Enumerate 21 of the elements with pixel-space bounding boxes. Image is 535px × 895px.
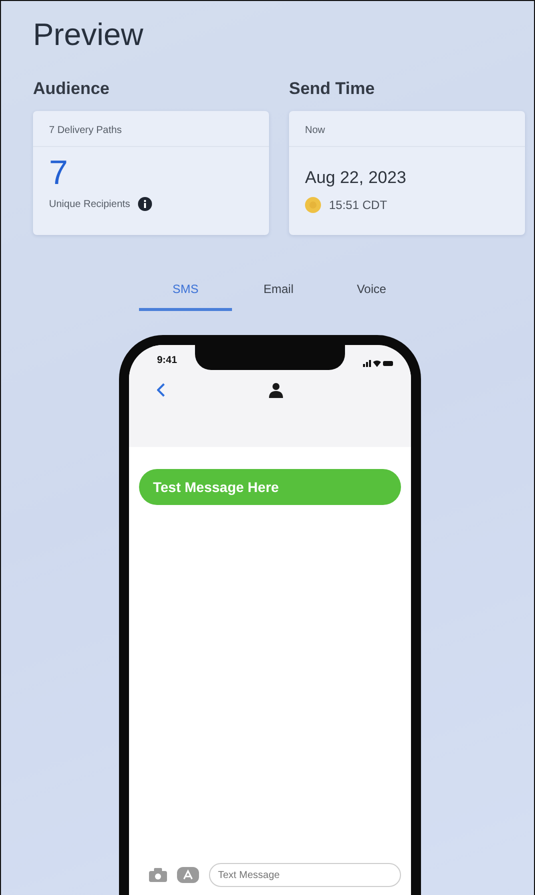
card-label: 7 Delivery Paths bbox=[49, 125, 122, 136]
sun-icon bbox=[305, 197, 321, 213]
app-store-icon[interactable] bbox=[177, 867, 199, 883]
page-title: Preview bbox=[33, 16, 144, 54]
back-icon[interactable] bbox=[157, 383, 165, 397]
section-heading: Audience bbox=[33, 79, 111, 99]
channel-tab[interactable]: Voice bbox=[325, 269, 418, 311]
card-caption: Unique Recipients bbox=[49, 198, 130, 210]
status-icons bbox=[363, 359, 393, 367]
send-date: Aug 22, 2023 bbox=[305, 167, 408, 189]
section-heading: Send Time bbox=[289, 79, 376, 99]
message-input[interactable]: Text Message bbox=[209, 863, 401, 887]
channel-tab[interactable]: Email bbox=[232, 269, 325, 311]
info-icon[interactable] bbox=[138, 197, 152, 211]
send-time: 15:51 CDT bbox=[329, 198, 388, 212]
camera-icon[interactable] bbox=[149, 868, 167, 882]
message-bubble: Test Message Here bbox=[139, 469, 401, 505]
contact-icon[interactable] bbox=[269, 382, 283, 398]
status-clock: 9:41 bbox=[157, 355, 178, 366]
recipient-count: 7 bbox=[49, 155, 69, 191]
card-label: Now bbox=[305, 125, 326, 136]
